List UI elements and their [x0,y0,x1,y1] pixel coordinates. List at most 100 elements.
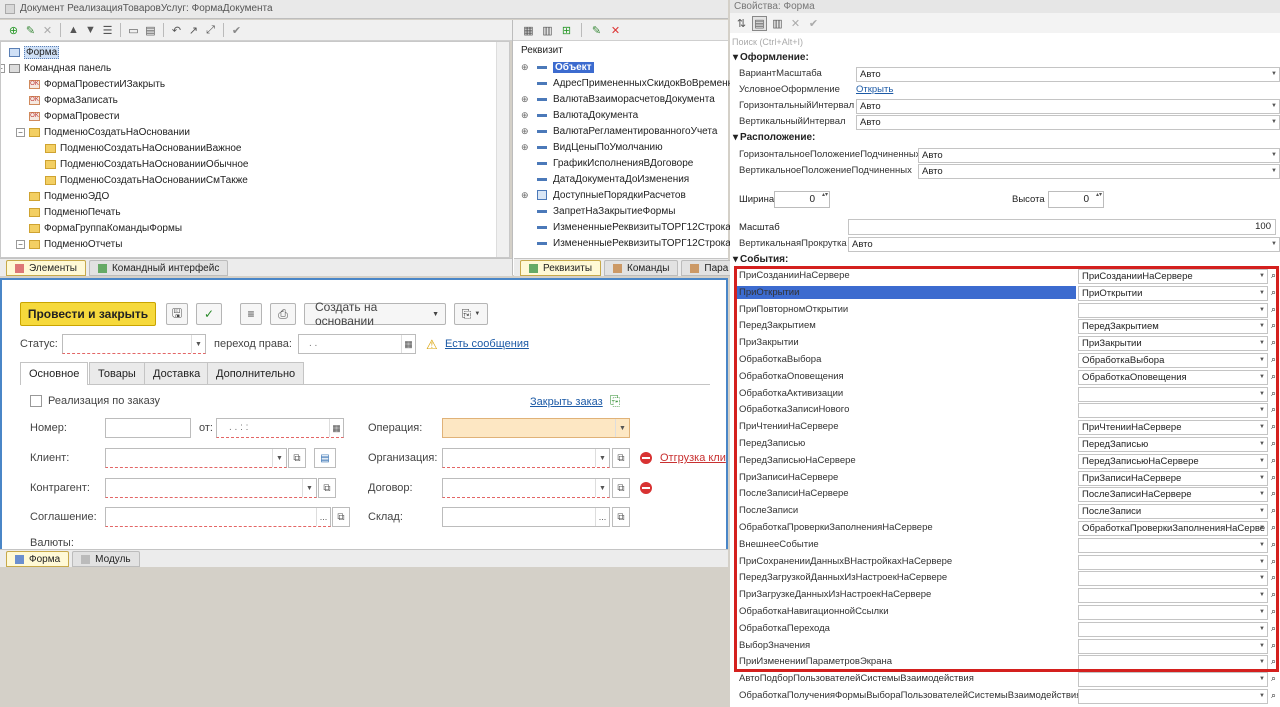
attribute-item[interactable]: ГрафикИсполненияВДоговоре [521,155,693,171]
client-field[interactable]: ▼ [105,448,287,468]
chart-icon[interactable]: ↗ [186,23,201,38]
width-spinner[interactable]: 0 [774,191,830,208]
attribute-item[interactable]: ИзмененныеРеквизитыТОРГ12Строка [521,219,731,235]
open-icon[interactable]: ⧉ [318,478,336,498]
property-value[interactable]: ОбработкаПроверкиЗаполненияНаСерве ▼ [1078,521,1268,536]
tab-form[interactable]: Форма [6,551,70,567]
property-value[interactable]: ПриЗакрытии ▼ [1078,336,1268,352]
search-icon[interactable]: ⌕ [1271,539,1276,550]
chevron-down-icon[interactable]: ▼ [1257,270,1267,283]
search-icon[interactable]: ⌕ [1271,505,1276,516]
calendar-icon[interactable]: ▦ [401,335,415,353]
chevron-down-icon[interactable]: ▼ [1257,488,1267,501]
by-order-checkbox[interactable] [30,395,42,407]
chevron-down-icon[interactable]: ▼ [1257,539,1267,552]
tree-item[interactable]: ПодменюСоздатьНаОснованииСмТакже [45,172,248,188]
operation-field[interactable]: ▼ [442,418,630,438]
chevron-down-icon[interactable]: ▼ [272,449,286,467]
chevron-down-icon[interactable]: ▼ [1257,371,1267,384]
attribute-item[interactable]: ⊕ ВалютаВзаиморасчетовДокумента [521,91,715,107]
chevron-down-icon[interactable]: ▼ [1269,165,1279,178]
expander-icon[interactable]: − [1,63,5,73]
collapse-icon[interactable]: ▾ [733,52,738,63]
chevron-down-icon[interactable]: ▼ [1257,455,1267,468]
tree-item[interactable]: − ПодменюСоздатьНаОсновании [16,124,190,140]
expander-icon[interactable]: ⊕ [521,190,533,201]
search-icon[interactable]: ⌕ [1271,287,1276,298]
property-value[interactable]: Авто ▼ [856,67,1280,82]
search-icon[interactable]: ⌕ [1271,371,1276,382]
property-value[interactable]: ▼ [1078,621,1268,637]
date-field[interactable]: . . : : ▦ [216,418,344,438]
search-icon[interactable]: ⌕ [1271,556,1276,567]
collapse-icon[interactable]: ▾ [733,254,738,265]
counterparty-field[interactable]: ▼ [105,478,317,498]
open-icon[interactable]: ⧉ [612,478,630,498]
display-icon[interactable]: ▭ [126,23,141,38]
shipping-link[interactable]: Отгрузка кли [660,452,726,464]
warehouse-field[interactable]: ... [442,507,610,527]
open-icon[interactable]: ⧉ [288,448,306,468]
tab-goods[interactable]: Товары [89,362,145,384]
tree-item[interactable]: ПодменюЭДО [29,188,109,204]
attribute-item[interactable]: ДатаДокументаДоИзменения [521,171,689,187]
height-spinner[interactable]: 0 [1048,191,1104,208]
chevron-down-icon[interactable]: ▼ [1257,505,1267,518]
property-value[interactable]: ▼ [1078,403,1268,419]
property-value[interactable]: ▼ [1078,655,1268,671]
chevron-down-icon[interactable]: ▼ [1257,606,1267,619]
open-icon[interactable]: ⧉ [612,448,630,468]
tab-main[interactable]: Основное [20,362,89,385]
property-value[interactable]: ПриЧтенииНаСервере ▼ [1078,420,1268,436]
tree-item[interactable]: ПодменюСоздатьНаОснованииОбычное [45,156,248,172]
view-icon[interactable]: ▤ [143,23,158,38]
tab-attributes[interactable]: Реквизиты [520,260,602,276]
chevron-down-icon[interactable]: ▼ [1257,472,1267,485]
post-icon[interactable]: ✓ [196,303,222,325]
chevron-down-icon[interactable]: ▼ [1257,572,1267,585]
tab-parameters[interactable]: Пара [681,260,738,276]
tree-item[interactable]: ФормаГруппаКомандыФормы [29,220,182,236]
property-value[interactable]: ПередЗаписью ▼ [1078,437,1268,452]
search-icon[interactable]: ⌕ [1271,640,1276,651]
chevron-down-icon[interactable]: ▼ [1269,116,1279,129]
chevron-down-icon[interactable]: ▼ [1257,556,1267,569]
search-icon[interactable]: ⌕ [1271,270,1276,281]
chevron-down-icon[interactable]: ▼ [1257,404,1267,417]
search-icon[interactable]: ⌕ [1271,304,1276,315]
table-icon[interactable]: ▥ [540,23,555,38]
tree-item[interactable]: OK ФормаПровести [29,108,119,124]
property-value[interactable]: ▼ [1078,605,1268,620]
attribute-item[interactable]: ⊕ ДоступныеПорядкиРасчетов [521,187,686,203]
open-icon[interactable]: ⧉ [332,507,350,527]
chevron-down-icon[interactable]: ▼ [595,479,609,497]
save-icon[interactable]: 🖫 [166,303,188,325]
search-icon[interactable]: ⌕ [1271,690,1276,701]
move-up-icon[interactable]: ▲ [66,23,81,38]
collapse-icon[interactable]: ▾ [733,132,738,143]
section-events[interactable]: ▾ События: [733,254,788,265]
undo-icon[interactable]: ↶ [169,23,184,38]
status-field[interactable]: ▼ [62,334,206,354]
tree-item[interactable]: ПодменюСоздатьНаОснованииВажное [45,140,242,156]
search-icon[interactable]: ⌕ [1271,656,1276,667]
attribute-item[interactable]: АдресПримененныхСкидокВоВремення [521,75,739,91]
tab-command-interface[interactable]: Командный интерфейс [88,260,229,276]
tree-scrollbar[interactable] [496,42,509,257]
search-icon[interactable]: ⌕ [1271,488,1276,499]
property-value[interactable]: ▼ [1078,672,1268,688]
attribute-item[interactable]: ⊕ Объект [521,59,594,75]
property-value[interactable]: ОбработкаВыбора ▼ [1078,353,1268,368]
search-icon[interactable]: ⌕ [1271,589,1276,600]
chevron-down-icon[interactable]: ▼ [1269,238,1279,251]
chevron-down-icon[interactable]: ▼ [1257,589,1267,602]
attribute-item[interactable]: ⊕ ВалютаДокумента [521,107,638,123]
chevron-down-icon[interactable]: ▼ [615,419,629,437]
messages-link[interactable]: Есть сообщения [445,338,529,350]
open-icon[interactable]: ⧉ [612,507,630,527]
chevron-down-icon[interactable]: ▼ [1257,690,1267,703]
expander-icon[interactable]: − [16,127,25,137]
chevron-down-icon[interactable]: ▼ [191,335,205,353]
chevron-down-icon[interactable]: ▼ [1257,438,1267,451]
attribute-item[interactable]: ⊕ ВалютаРегламентированногоУчета [521,123,717,139]
